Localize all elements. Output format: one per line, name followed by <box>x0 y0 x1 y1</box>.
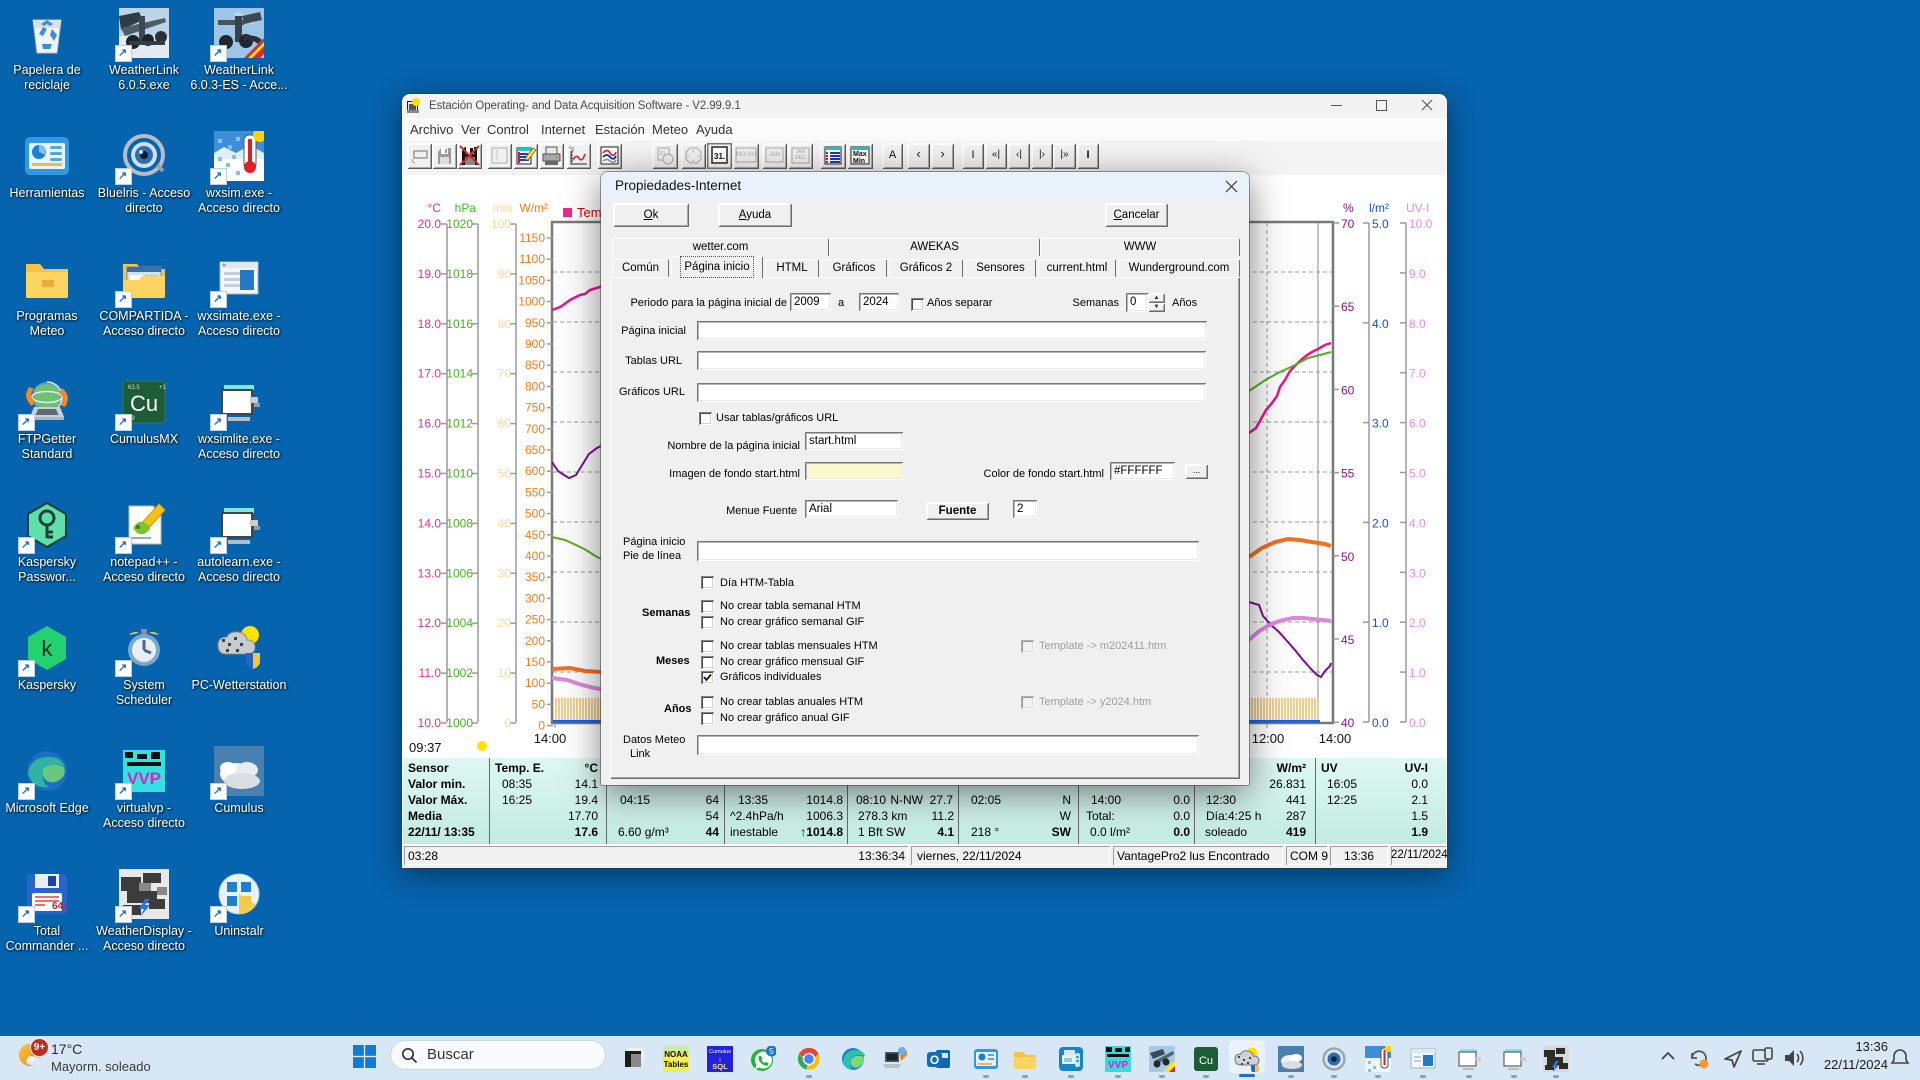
svg-text:19.0: 19.0 <box>418 267 442 281</box>
svg-text:7.0: 7.0 <box>1409 367 1426 381</box>
svg-text:2.0: 2.0 <box>1409 616 1426 630</box>
svg-text:9.0: 9.0 <box>1409 267 1426 281</box>
svg-text:8.0: 8.0 <box>1409 317 1426 331</box>
svg-text:90: 90 <box>498 267 512 281</box>
svg-text:1010: 1010 <box>446 467 473 481</box>
svg-text:1012: 1012 <box>446 417 473 431</box>
svg-text:3.0: 3.0 <box>1372 417 1389 431</box>
svg-text:31.: 31. <box>714 152 725 161</box>
svg-text:900: 900 <box>525 337 545 351</box>
svg-text:45: 45 <box>1341 633 1355 647</box>
svg-text:NOAA: NOAA <box>664 1050 688 1059</box>
svg-text:200: 200 <box>525 634 545 648</box>
svg-text:l/m²: l/m² <box>1369 201 1389 215</box>
svg-text:350: 350 <box>525 570 545 584</box>
svg-text:100: 100 <box>491 217 511 231</box>
svg-text:16.0: 16.0 <box>418 417 442 431</box>
svg-text:12:00: 12:00 <box>1252 731 1285 746</box>
svg-text:1100: 1100 <box>519 252 545 266</box>
svg-text:11.0: 11.0 <box>419 666 442 680</box>
svg-text:k: k <box>40 638 53 663</box>
svg-text:6.0: 6.0 <box>1409 417 1426 431</box>
svg-text:750: 750 <box>525 401 545 415</box>
svg-text:Cu: Cu <box>130 391 158 416</box>
svg-text:1006: 1006 <box>446 566 473 580</box>
svg-text:14.0: 14.0 <box>418 516 442 530</box>
svg-text:Max: Max <box>853 151 867 158</box>
svg-text:50: 50 <box>1341 550 1355 564</box>
svg-text:150: 150 <box>525 655 545 669</box>
svg-text:55: 55 <box>1341 467 1355 481</box>
svg-text:1002: 1002 <box>446 666 473 680</box>
svg-text:550: 550 <box>525 485 545 499</box>
svg-text:70: 70 <box>1341 217 1355 231</box>
svg-text:50: 50 <box>532 697 546 711</box>
svg-text:65: 65 <box>1341 300 1355 314</box>
svg-text:O: O <box>930 1053 939 1067</box>
svg-text:70: 70 <box>498 367 512 381</box>
svg-text:60: 60 <box>1341 383 1355 397</box>
svg-text:10.0: 10.0 <box>1409 217 1433 231</box>
svg-text:VVP: VVP <box>127 769 161 788</box>
svg-text:1.0: 1.0 <box>1409 666 1426 680</box>
svg-text:60: 60 <box>498 417 512 431</box>
svg-text:5.0: 5.0 <box>1409 467 1426 481</box>
svg-text:1150: 1150 <box>519 231 545 245</box>
svg-text:700: 700 <box>525 422 545 436</box>
svg-text:UV-I: UV-I <box>1406 201 1429 215</box>
svg-text:5: 5 <box>769 1046 774 1056</box>
svg-text:1020: 1020 <box>446 217 473 231</box>
svg-text:1.0: 1.0 <box>1372 616 1389 630</box>
svg-text:VVP: VVP <box>1108 1060 1128 1071</box>
svg-text:°C: °C <box>428 201 442 215</box>
svg-text:450: 450 <box>525 528 545 542</box>
svg-text:1018: 1018 <box>446 267 473 281</box>
svg-text:09:37: 09:37 <box>409 740 442 755</box>
svg-text:14:00: 14:00 <box>534 731 567 746</box>
svg-text:300: 300 <box>525 591 545 605</box>
svg-text:1000: 1000 <box>446 716 473 730</box>
svg-text:40: 40 <box>498 516 512 530</box>
svg-text:hPa: hPa <box>455 201 477 215</box>
svg-text:T: T <box>495 157 499 163</box>
svg-text:%: % <box>1343 201 1354 215</box>
svg-text:10.0: 10.0 <box>418 716 442 730</box>
svg-text:30: 30 <box>498 566 512 580</box>
svg-text:400: 400 <box>525 549 545 563</box>
svg-text:W/m²: W/m² <box>519 201 548 215</box>
svg-text:1050: 1050 <box>518 273 545 287</box>
svg-text:12.0: 12.0 <box>418 616 442 630</box>
svg-text:Cu: Cu <box>1199 1055 1213 1067</box>
svg-text:+1: +1 <box>159 385 167 391</box>
svg-text:min: min <box>493 201 512 215</box>
svg-text:20: 20 <box>498 616 512 630</box>
svg-text:40: 40 <box>1341 716 1355 730</box>
svg-text:63.5: 63.5 <box>128 385 140 391</box>
svg-text:4.0: 4.0 <box>1409 516 1426 530</box>
svg-text:5.0: 5.0 <box>1372 217 1389 231</box>
svg-text:Min: Min <box>853 158 865 165</box>
svg-text:64:: 64: <box>52 901 66 912</box>
svg-text:Tables: Tables <box>664 1060 689 1069</box>
svg-text:Cumulus: Cumulus <box>709 1049 731 1055</box>
svg-text:250: 250 <box>525 613 545 627</box>
svg-text:0.0: 0.0 <box>1409 716 1426 730</box>
svg-text:3.0: 3.0 <box>1409 566 1426 580</box>
svg-text:SQL: SQL <box>712 1062 728 1071</box>
svg-text:13.0: 13.0 <box>418 566 442 580</box>
svg-text:20.0: 20.0 <box>418 217 442 231</box>
svg-text:10: 10 <box>498 666 512 680</box>
svg-text:1014: 1014 <box>446 367 473 381</box>
svg-text:0: 0 <box>504 716 511 730</box>
svg-text:1008: 1008 <box>446 516 473 530</box>
svg-text:17.0: 17.0 <box>418 367 442 381</box>
svg-text:1004: 1004 <box>446 616 473 630</box>
svg-text:2.0: 2.0 <box>1372 516 1389 530</box>
svg-text:4.0: 4.0 <box>1372 317 1389 331</box>
svg-text:14:00: 14:00 <box>1319 731 1352 746</box>
svg-text:0.0: 0.0 <box>1372 716 1389 730</box>
svg-text:100: 100 <box>525 676 545 690</box>
svg-text:15.0: 15.0 <box>418 467 442 481</box>
